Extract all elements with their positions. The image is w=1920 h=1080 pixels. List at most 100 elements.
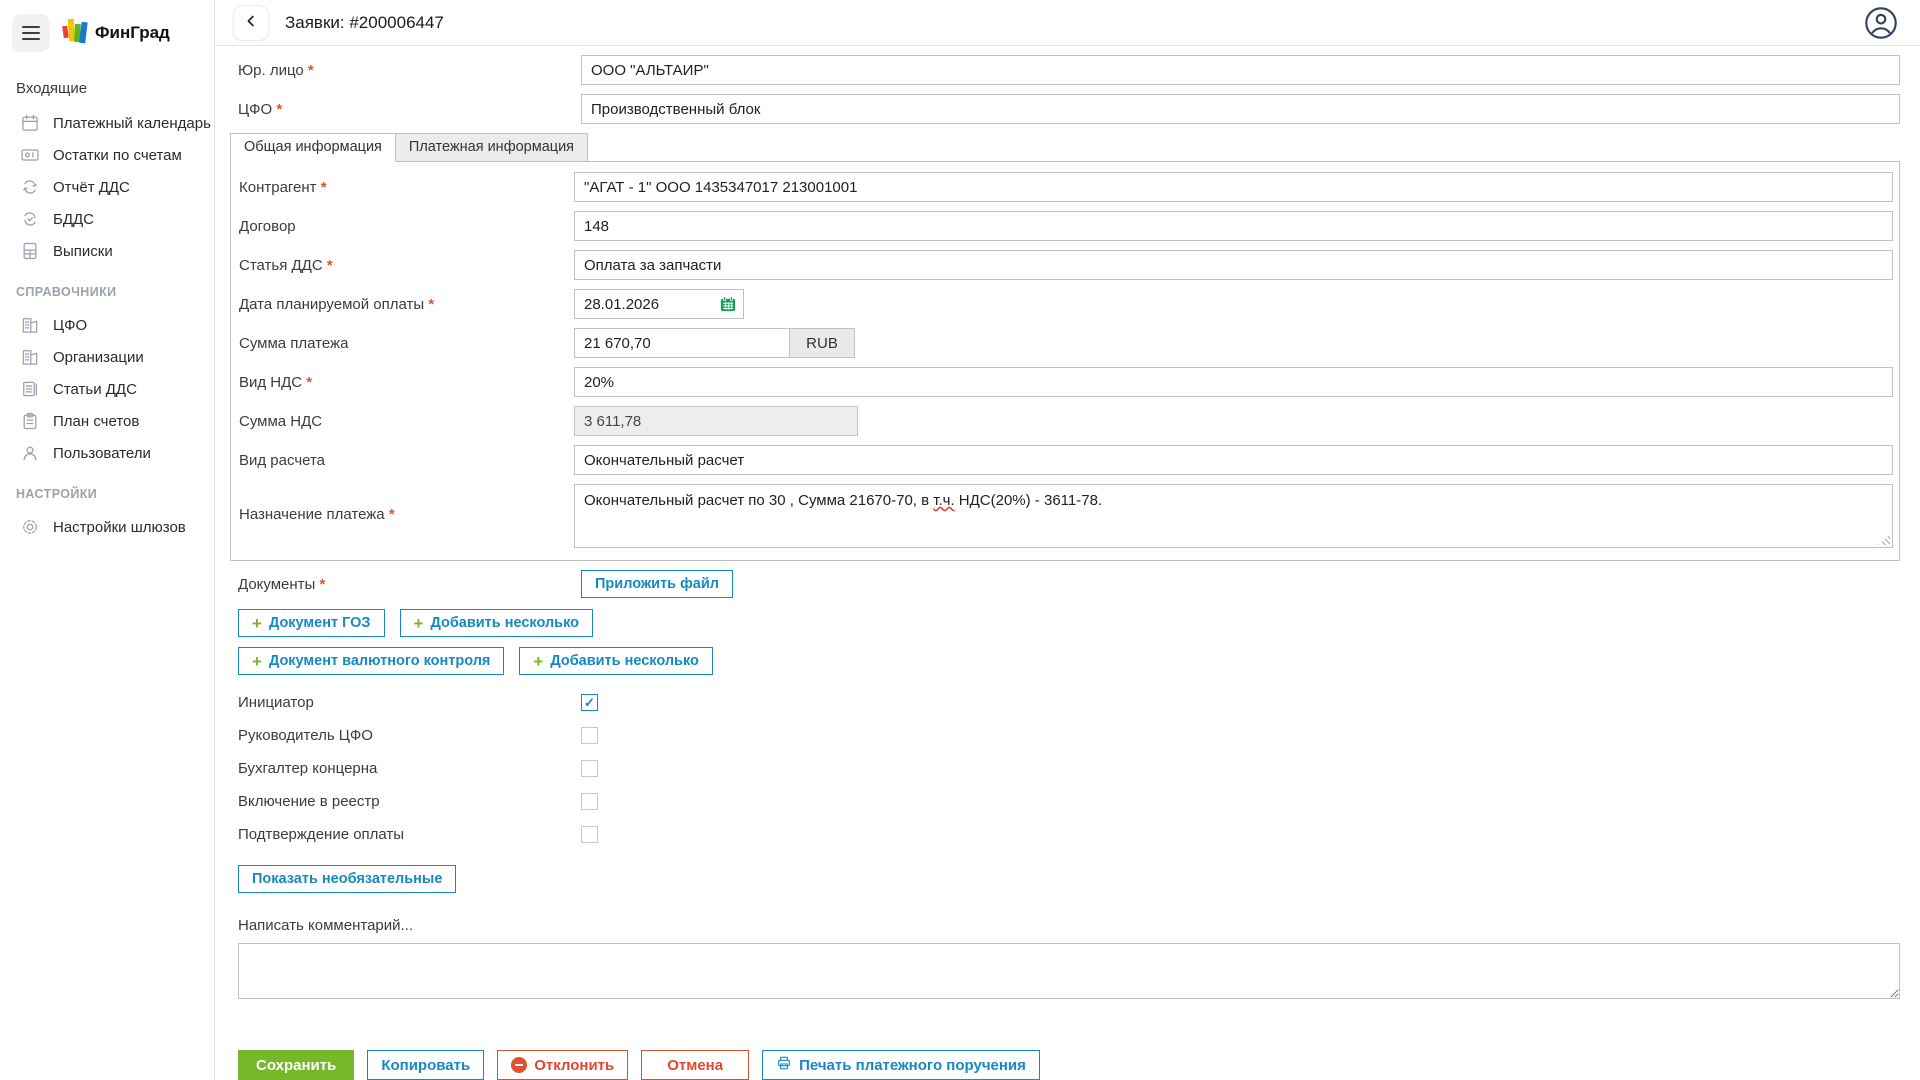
document-buttons-row-1: + Документ ГОЗ + Добавить несколько <box>238 609 1900 637</box>
purpose-misspelled-word: т.ч. <box>933 492 954 509</box>
sidebar-item-statements[interactable]: Выписки <box>0 235 214 267</box>
currency-addon[interactable]: RUB <box>789 328 855 358</box>
amount-group: RUB <box>574 328 1893 358</box>
calendar-picker-icon[interactable] <box>719 295 737 313</box>
sidebar-item-gateway-settings[interactable]: Настройки шлюзов <box>0 511 214 543</box>
accounts-icon <box>20 145 40 165</box>
sidebar-item-dds-articles[interactable]: Статьи ДДС <box>0 373 214 405</box>
payment-amount-input[interactable] <box>574 328 790 358</box>
back-button[interactable] <box>233 5 269 41</box>
payment-confirmation-label: Подтверждение оплаты <box>238 826 581 843</box>
resize-grip-icon[interactable] <box>1879 534 1890 545</box>
dds-report-icon <box>20 177 40 197</box>
hamburger-menu-button[interactable] <box>12 14 50 52</box>
sidebar-item-label: БДДС <box>53 211 94 228</box>
clipboard-icon <box>20 411 40 431</box>
main-area: Заявки: #200006447 Юр. лицо ЦФО Общая ин… <box>215 0 1920 1080</box>
sidebar-item-payment-calendar[interactable]: Платежный календарь <box>0 107 214 139</box>
sidebar-item-bdds[interactable]: БДДС <box>0 203 214 235</box>
add-currency-control-document-button[interactable]: + Документ валютного контроля <box>238 647 504 675</box>
page-title: Заявки: #200006447 <box>285 13 444 33</box>
document-buttons-row-2: + Документ валютного контроля + Добавить… <box>238 647 1900 675</box>
counterparty-label: Контрагент <box>239 179 574 196</box>
checkbox-row-concern-accountant: Бухгалтер концерна <box>238 755 1900 782</box>
tab-general-info[interactable]: Общая информация <box>230 133 396 162</box>
concern-accountant-checkbox[interactable] <box>581 760 598 777</box>
contract-input[interactable] <box>574 211 1893 241</box>
reject-button[interactable]: Отклонить <box>497 1050 628 1080</box>
payment-purpose-input[interactable]: Окончательный расчет по 30 , Сумма 21670… <box>574 484 1893 548</box>
cfo-head-label: Руководитель ЦФО <box>238 727 581 744</box>
info-tabs: Общая информация Платежная информация <box>230 133 1900 162</box>
sidebar-item-label: Платежный календарь <box>53 115 211 132</box>
initiator-checkbox[interactable] <box>581 694 598 711</box>
payment-confirmation-checkbox[interactable] <box>581 826 598 843</box>
add-several-button[interactable]: + Добавить несколько <box>400 609 594 637</box>
nav-section-directories: СПРАВОЧНИКИ <box>0 267 214 309</box>
legal-entity-label: Юр. лицо <box>238 62 581 79</box>
copy-button[interactable]: Копировать <box>367 1050 484 1080</box>
app-logo: ФинГрад <box>62 17 170 50</box>
building-icon <box>20 347 40 367</box>
cfo-head-checkbox[interactable] <box>581 727 598 744</box>
sidebar-item-organizations[interactable]: Организации <box>0 341 214 373</box>
app-root: ФинГрад Входящие Платежный календарь Ост… <box>0 0 1920 1080</box>
vat-amount-label: Сумма НДС <box>239 413 574 430</box>
add-several-button-2[interactable]: + Добавить несколько <box>519 647 713 675</box>
sidebar-item-label: Настройки шлюзов <box>53 519 186 536</box>
sidebar-item-label: План счетов <box>53 413 139 430</box>
vat-type-label: Вид НДС <box>239 374 574 391</box>
date-picker <box>574 289 744 319</box>
dds-article-label: Статья ДДС <box>239 257 574 274</box>
add-goz-document-button[interactable]: + Документ ГОЗ <box>238 609 385 637</box>
button-label: Добавить несколько <box>550 653 699 669</box>
planned-date-label: Дата планируемой оплаты <box>239 296 574 313</box>
cancel-button[interactable]: Отмена <box>641 1050 749 1080</box>
sidebar: ФинГрад Входящие Платежный календарь Ост… <box>0 0 215 1080</box>
general-info-panel: Контрагент Договор Статья ДДС Дата плани… <box>230 161 1900 561</box>
contract-label: Договор <box>239 218 574 235</box>
cfo-label: ЦФО <box>238 101 581 118</box>
counterparty-input[interactable] <box>574 172 1893 202</box>
sidebar-item-chart-of-accounts[interactable]: План счетов <box>0 405 214 437</box>
sidebar-item-label: Остатки по счетам <box>53 147 182 164</box>
plus-icon: + <box>252 653 262 670</box>
comment-label: Написать комментарий... <box>238 917 1900 934</box>
calc-type-label: Вид расчета <box>239 452 574 469</box>
field-cfo: ЦФО <box>238 94 1900 124</box>
checkbox-row-initiator: Инициатор <box>238 689 1900 716</box>
dds-article-input[interactable] <box>574 250 1893 280</box>
attach-file-button[interactable]: Приложить файл <box>581 570 733 598</box>
request-form: Юр. лицо ЦФО Общая информация Платежная … <box>215 46 1920 1080</box>
registry-inclusion-label: Включение в реестр <box>238 793 581 810</box>
user-avatar-icon[interactable] <box>1864 6 1898 40</box>
sidebar-item-dds-report[interactable]: Отчёт ДДС <box>0 171 214 203</box>
field-payment-amount: Сумма платежа RUB <box>239 328 1893 358</box>
button-label: Добавить несколько <box>430 615 579 631</box>
sidebar-item-label: Выписки <box>53 243 113 260</box>
checkbox-row-registry-inclusion: Включение в реестр <box>238 788 1900 815</box>
sidebar-item-account-balances[interactable]: Остатки по счетам <box>0 139 214 171</box>
legal-entity-input[interactable] <box>581 55 1900 85</box>
sidebar-item-label: ЦФО <box>53 317 87 334</box>
field-payment-purpose: Назначение платежа Окончательный расчет … <box>239 484 1893 548</box>
print-payment-order-button[interactable]: Печать платежного поручения <box>762 1050 1040 1080</box>
vat-type-input[interactable] <box>574 367 1893 397</box>
registry-inclusion-checkbox[interactable] <box>581 793 598 810</box>
bdds-icon <box>20 209 40 229</box>
calc-type-input[interactable] <box>574 445 1893 475</box>
purpose-text: НДС(20%) - 3611-78. <box>955 492 1102 509</box>
cfo-input[interactable] <box>581 94 1900 124</box>
show-optional-button[interactable]: Показать необязательные <box>238 865 456 893</box>
save-button[interactable]: Сохранить <box>238 1050 354 1080</box>
minus-circle-icon <box>511 1057 527 1073</box>
comment-input[interactable] <box>238 943 1900 999</box>
documents-label: Документы <box>238 576 581 593</box>
app-name: ФинГрад <box>95 23 170 43</box>
tab-payment-info[interactable]: Платежная информация <box>396 133 588 162</box>
sidebar-item-cfo[interactable]: ЦФО <box>0 309 214 341</box>
concern-accountant-label: Бухгалтер концерна <box>238 760 581 777</box>
sidebar-item-users[interactable]: Пользователи <box>0 437 214 469</box>
field-contract: Договор <box>239 211 1893 241</box>
button-label: Печать платежного поручения <box>799 1057 1026 1074</box>
